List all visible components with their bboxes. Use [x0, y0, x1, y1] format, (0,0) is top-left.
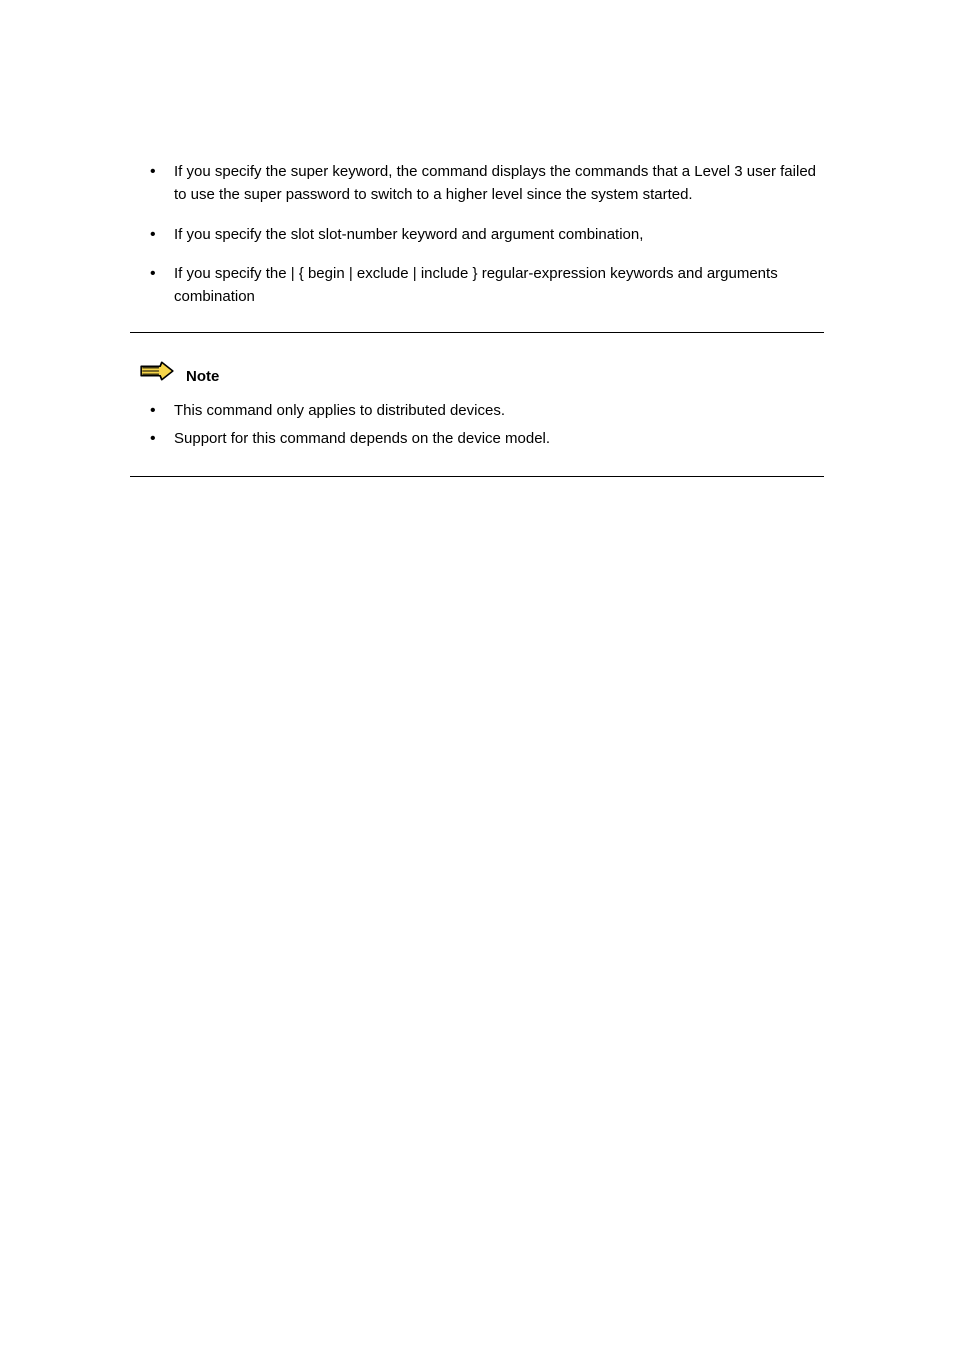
list-item-text: This command only applies to distributed… — [174, 402, 505, 419]
note-label: Note — [186, 368, 219, 387]
list-item-text: If you specify the slot slot-number keyw… — [174, 226, 643, 243]
top-bullet-list: If you specify the super keyword, the co… — [150, 160, 824, 308]
page-content: If you specify the super keyword, the co… — [0, 0, 954, 477]
list-item: If you specify the | { begin | exclude |… — [150, 262, 824, 309]
note-bullet-list: This command only applies to distributed… — [150, 399, 824, 450]
list-item: If you specify the super keyword, the co… — [150, 160, 824, 207]
list-item-text: If you specify the super keyword, the co… — [174, 163, 816, 203]
list-item-text: If you specify the | { begin | exclude |… — [174, 265, 778, 305]
note-icon — [138, 355, 176, 387]
note-header: Note — [138, 355, 824, 387]
note-block: Note This command only applies to distri… — [130, 332, 824, 477]
list-item: If you specify the slot slot-number keyw… — [150, 223, 824, 246]
list-item-text: Support for this command depends on the … — [174, 430, 550, 447]
list-item: Support for this command depends on the … — [150, 427, 824, 450]
list-item: This command only applies to distributed… — [150, 399, 824, 422]
